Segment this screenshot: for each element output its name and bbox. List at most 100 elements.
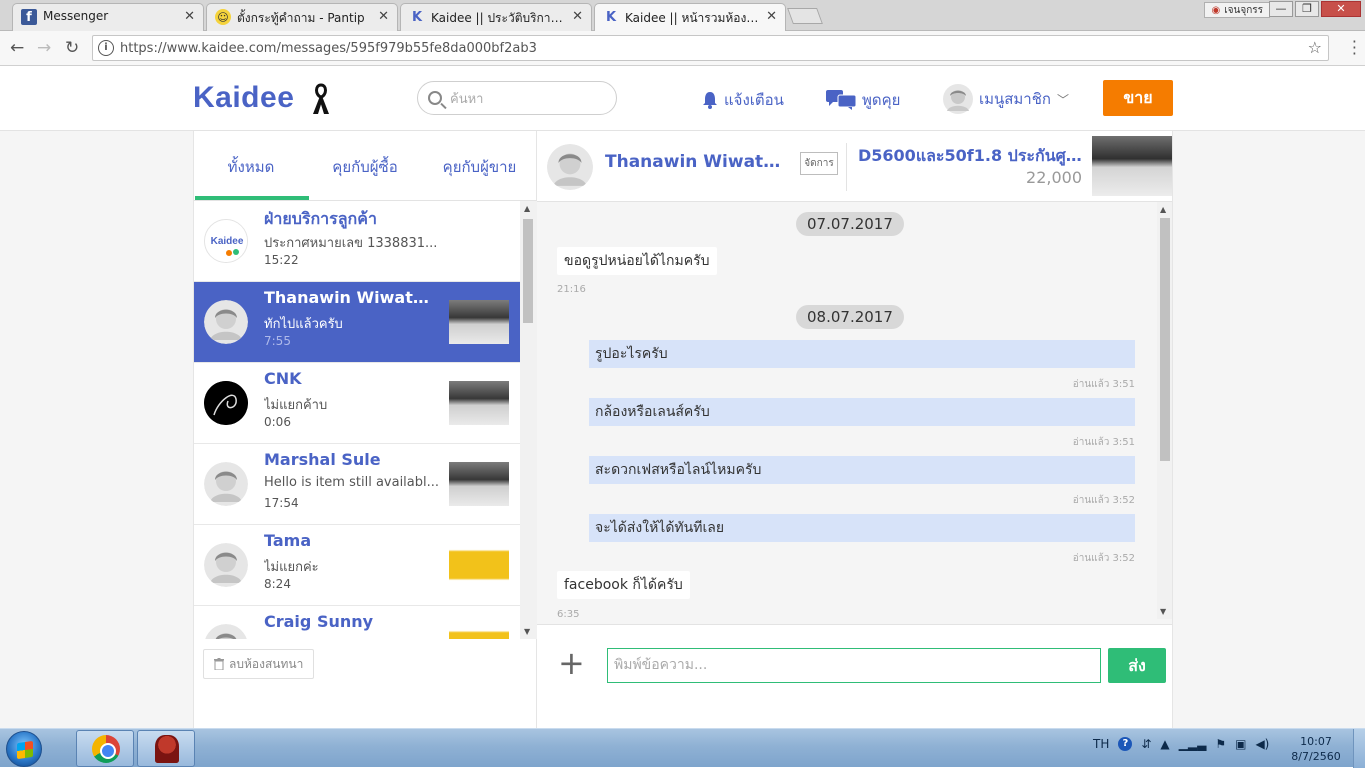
conversation-preview: Hello is item still availabl... (264, 475, 440, 490)
chat-header: Thanawin Wiwatwa... จัดการ D5600และ50f1.… (537, 131, 1172, 202)
conversation-panel: ทั้งหมด คุยกับผู้ซื้อ คุยกับผู้ขาย Kaide… (193, 131, 537, 728)
send-button[interactable]: ส่ง (1108, 648, 1166, 683)
message-time: 21:16 (557, 284, 586, 295)
list-item[interactable]: Tama ไม่แยกค่ะ 8:24 (194, 525, 520, 606)
help-icon[interactable]: ? (1118, 737, 1133, 751)
reload-icon[interactable]: ↻ (65, 38, 79, 58)
volume-icon[interactable]: ◀) (1255, 737, 1269, 751)
scroll-up-icon[interactable]: ▲ (1160, 205, 1166, 214)
outgoing-message: กล้องหรือเลนส์ครับ (589, 398, 1135, 426)
sell-button[interactable]: ขาย (1103, 80, 1173, 116)
delete-conversation-button[interactable]: ลบห้องสนทนา (203, 649, 315, 679)
chat-link[interactable]: พูดคุย (826, 88, 900, 112)
taskbar-app-button[interactable] (137, 730, 195, 767)
product-title[interactable]: D5600และ50f1.8 ประกันศูน... (858, 144, 1084, 169)
close-tab-icon[interactable]: ✕ (572, 9, 583, 24)
message-input[interactable]: พิมพ์ข้อความ... (607, 648, 1101, 683)
kaidee-icon: K (605, 9, 617, 25)
maximize-button[interactable]: ❐ (1295, 1, 1319, 17)
tab-all[interactable]: ทั้งหมด (194, 155, 308, 179)
scroll-up-icon[interactable]: ▲ (524, 204, 530, 213)
browser-menu-icon[interactable]: · · · (1352, 34, 1357, 62)
avatar (943, 84, 973, 114)
taskbar-chrome-button[interactable] (76, 730, 134, 767)
close-tab-icon[interactable]: ✕ (184, 9, 195, 24)
date-separator: 07.07.2017 (796, 212, 904, 236)
list-item[interactable]: Craig Sunny (194, 606, 520, 639)
show-desktop-button[interactable] (1353, 729, 1365, 768)
new-tab-button[interactable] (787, 8, 823, 24)
chat-bubbles-icon (826, 90, 856, 110)
chevron-down-icon: ﹀ (1057, 92, 1070, 107)
attach-plus-icon[interactable]: + (558, 647, 585, 679)
forward-icon[interactable]: → (37, 38, 51, 58)
tab-sellers[interactable]: คุยกับผู้ขาย (422, 155, 537, 179)
message-thread-scrollbar[interactable]: ▲ ▼ (1157, 202, 1172, 619)
list-item[interactable]: Kaidee ฝ่ายบริการลูกค้า ประกาศหมายเลข 13… (194, 201, 520, 282)
chat-panel: Thanawin Wiwatwa... จัดการ D5600และ50f1.… (537, 131, 1173, 728)
network-signal-icon[interactable]: ▁▂▃ (1179, 737, 1207, 751)
tab-buyers[interactable]: คุยกับผู้ซื้อ (308, 155, 422, 179)
browser-profile-chip[interactable]: ◉ เจนจุกรร (1204, 2, 1270, 18)
windows-start-button[interactable] (6, 731, 42, 767)
close-window-button[interactable]: ✕ (1321, 1, 1361, 17)
avatar (204, 624, 248, 639)
product-thumbnail (449, 381, 509, 425)
conversation-preview: ไม่แยกค้าบ (264, 398, 328, 413)
browser-tab-kaidee-chat[interactable]: K Kaidee || หน้ารวมห้องพูดคุย ✕ (594, 3, 786, 31)
list-item[interactable]: CNK ไม่แยกค้าบ 0:06 (194, 363, 520, 444)
close-tab-icon[interactable]: ✕ (766, 9, 777, 24)
mourning-ribbon-icon (313, 83, 329, 114)
kaidee-logo[interactable]: Kaidee (193, 81, 294, 115)
message-read-status: อ่านแล้ว 3:51 (1072, 437, 1135, 448)
facebook-icon: f (21, 9, 37, 25)
bookmark-star-icon[interactable]: ☆ (1308, 38, 1322, 57)
system-clock[interactable]: 10:07 8/7/2560 (1287, 734, 1345, 764)
message-time: 6:35 (557, 609, 580, 619)
incoming-message: ขอดูรูปหน่อยได้ไกมครับ (557, 247, 717, 275)
close-tab-icon[interactable]: ✕ (378, 9, 389, 24)
chrome-icon (92, 735, 120, 763)
notifications-link[interactable]: แจ้งเตือน (702, 88, 784, 112)
address-bar-row: ← → ↻ i https://www.kaidee.com/messages/… (0, 31, 1365, 66)
list-item[interactable]: Thanawin Wiwatwa... ทักไปแล้วครับ 7:55 (194, 282, 520, 363)
flag-icon[interactable]: ⚑ (1215, 737, 1226, 751)
message-read-status: อ่านแล้ว 3:52 (1072, 553, 1135, 564)
conversation-time: 8:24 (264, 577, 291, 591)
manage-button[interactable]: จัดการ (800, 152, 838, 175)
avatar (547, 144, 593, 190)
conversation-list-scrollbar[interactable]: ▲ ▼ (520, 201, 537, 639)
message-thread: 07.07.2017 ขอดูรูปหน่อยได้ไกมครับ 21:16 … (537, 202, 1157, 619)
site-info-icon[interactable]: i (98, 40, 114, 56)
chat-partner-name[interactable]: Thanawin Wiwatwa... (605, 152, 785, 172)
scrollbar-thumb[interactable] (1160, 218, 1170, 461)
search-placeholder: ค้นหา (450, 91, 484, 107)
scroll-down-icon[interactable]: ▼ (1160, 607, 1166, 616)
tab-title: ตั้งกระทู้คำถาม - Pantip (237, 11, 365, 25)
back-icon[interactable]: ← (10, 38, 24, 58)
chat-label: พูดคุย (862, 91, 901, 109)
trash-icon (214, 658, 224, 670)
message-composer: + พิมพ์ข้อความ... ส่ง (537, 624, 1172, 728)
member-menu[interactable]: เมนูสมาชิก ﹀ (943, 84, 1069, 114)
language-indicator[interactable]: TH (1093, 737, 1109, 751)
list-item[interactable]: Marshal Sule Hello is item still availab… (194, 444, 520, 525)
scroll-down-icon[interactable]: ▼ (524, 627, 530, 636)
outgoing-message: รูปอะไรครับ (589, 340, 1135, 368)
kaidee-logo-avatar: Kaidee (205, 220, 247, 262)
conversation-time: 0:06 (264, 415, 291, 429)
tray-arrows-icon[interactable]: ⇵ (1141, 737, 1151, 751)
search-input[interactable]: ค้นหา (417, 81, 617, 115)
minimize-button[interactable]: — (1269, 1, 1293, 17)
product-thumbnail[interactable] (1092, 136, 1172, 196)
browser-tab-pantip[interactable]: ☺ ตั้งกระทู้คำถาม - Pantip ✕ (206, 3, 398, 31)
browser-tab-messenger[interactable]: f Messenger ✕ (12, 3, 204, 31)
browser-tab-kaidee-history[interactable]: K Kaidee || ประวัติบริการพิเศษ ✕ (400, 3, 592, 31)
conversation-time: 15:22 (264, 253, 299, 267)
scrollbar-thumb[interactable] (523, 219, 533, 323)
device-icon[interactable]: ▣ (1235, 737, 1246, 751)
outgoing-message: สะดวกเฟสหรือไลน์ไหมครับ (589, 456, 1135, 484)
show-hidden-icons-icon[interactable]: ▲ (1160, 737, 1169, 751)
url-input[interactable]: i https://www.kaidee.com/messages/595f97… (92, 35, 1329, 61)
conversation-name: Tama (264, 531, 312, 550)
